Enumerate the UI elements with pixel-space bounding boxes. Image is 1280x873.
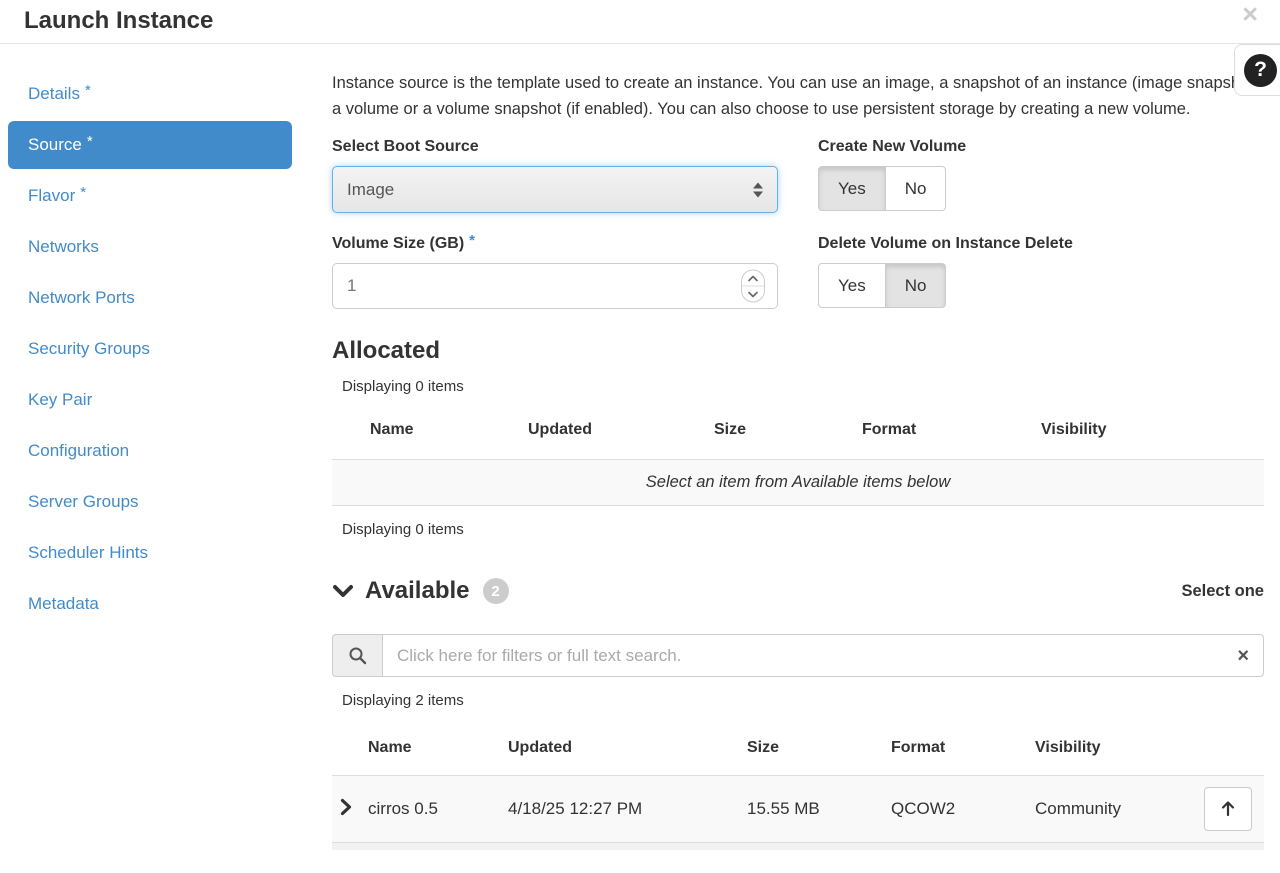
- row-format: QCOW2: [891, 776, 1035, 843]
- sidebar-item-label: Configuration: [28, 441, 129, 460]
- chevron-down-icon[interactable]: [332, 583, 354, 599]
- sidebar-item-key-pair[interactable]: Key Pair: [8, 376, 292, 424]
- boot-source-field: Select Boot Source Image: [332, 138, 778, 213]
- sidebar-item-label: Network Ports: [28, 288, 135, 307]
- delete-volume-toggle: Yes No: [818, 263, 946, 308]
- allocated-empty-row: Select an item from Available items belo…: [332, 460, 1264, 506]
- sidebar-item-metadata[interactable]: Metadata: [8, 580, 292, 628]
- wizard-sidebar: Details * Source * Flavor * Networks Networ…: [8, 70, 292, 850]
- close-icon[interactable]: ×: [1242, 0, 1258, 30]
- help-button[interactable]: ?: [1234, 44, 1280, 96]
- delete-volume-field: Delete Volume on Instance Delete Yes No: [818, 235, 1264, 309]
- boot-source-select[interactable]: Image: [332, 166, 778, 213]
- sidebar-item-networks[interactable]: Networks: [8, 223, 292, 271]
- row-updated: 4/18/25 12:27 PM: [508, 776, 747, 843]
- volume-size-stepper[interactable]: [741, 270, 765, 303]
- available-count-badge: 2: [483, 578, 509, 604]
- create-volume-no-button[interactable]: No: [886, 166, 947, 211]
- create-new-volume-toggle: Yes No: [818, 166, 946, 211]
- sidebar-item-label: Scheduler Hints: [28, 543, 148, 562]
- sidebar-item-label: Flavor: [28, 186, 75, 205]
- sidebar-item-security-groups[interactable]: Security Groups: [8, 325, 292, 373]
- row-visibility: Community: [1035, 776, 1202, 843]
- allocated-col-updated: Updated: [528, 407, 714, 460]
- sidebar-item-configuration[interactable]: Configuration: [8, 427, 292, 475]
- row-size: 15.55 MB: [747, 776, 891, 843]
- allocated-col-visibility: Visibility: [1041, 407, 1264, 460]
- boot-source-value: Image: [347, 180, 394, 200]
- create-volume-yes-button[interactable]: Yes: [818, 166, 886, 211]
- boot-source-label: Select Boot Source: [332, 138, 778, 156]
- sidebar-item-flavor[interactable]: Flavor *: [8, 172, 292, 220]
- sidebar-item-label: Details: [28, 84, 80, 103]
- allocated-col-expand: [332, 407, 370, 460]
- volume-size-label: Volume Size (GB)*: [332, 235, 778, 253]
- create-new-volume-field: Create New Volume Yes No: [818, 138, 1264, 213]
- sidebar-item-label: Server Groups: [28, 492, 139, 511]
- help-icon: ?: [1244, 54, 1277, 87]
- required-asterisk: *: [85, 82, 91, 99]
- select-caret-icon: [753, 182, 763, 197]
- delete-volume-no-button[interactable]: No: [886, 263, 947, 308]
- available-col-format: Format: [891, 721, 1035, 776]
- delete-volume-yes-button[interactable]: Yes: [818, 263, 886, 308]
- allocated-col-size: Size: [714, 407, 862, 460]
- available-heading: Available: [365, 577, 470, 605]
- volume-size-input[interactable]: [332, 263, 778, 309]
- allocated-col-name: Name: [370, 407, 528, 460]
- source-form: Select Boot Source Image Create New Volu…: [332, 138, 1264, 309]
- sidebar-item-server-groups[interactable]: Server Groups: [8, 478, 292, 526]
- modal-header: Launch Instance ×: [0, 0, 1280, 44]
- allocated-count-bottom: Displaying 0 items: [342, 521, 1264, 538]
- launch-instance-modal: Launch Instance × ? Details * Source * Fla…: [0, 0, 1280, 850]
- available-col-expand: [332, 721, 368, 776]
- delete-volume-label: Delete Volume on Instance Delete: [818, 235, 1264, 253]
- search-input[interactable]: [382, 634, 1264, 677]
- sidebar-item-source[interactable]: Source *: [8, 121, 292, 169]
- source-step-panel: Instance source is the template used to …: [332, 70, 1264, 850]
- allocated-count-top: Displaying 0 items: [342, 378, 1264, 395]
- sidebar-item-scheduler-hints[interactable]: Scheduler Hints: [8, 529, 292, 577]
- allocated-empty-message: Select an item from Available items belo…: [332, 460, 1264, 506]
- required-asterisk: *: [80, 184, 86, 201]
- stepper-up-icon[interactable]: [742, 271, 764, 287]
- row-name: cirros 0.5: [368, 776, 508, 843]
- available-table: Name Updated Size Format Visibility: [332, 721, 1264, 843]
- modal-body: Details * Source * Flavor * Networks Networ…: [0, 44, 1280, 850]
- sidebar-item-label: Networks: [28, 237, 99, 256]
- filter-search-bar: ×: [332, 634, 1264, 677]
- sidebar-item-label: Security Groups: [28, 339, 150, 358]
- select-one-hint: Select one: [1181, 582, 1264, 601]
- create-new-volume-label: Create New Volume: [818, 138, 1264, 156]
- available-col-visibility: Visibility: [1035, 721, 1202, 776]
- sidebar-item-label: Source: [28, 135, 82, 154]
- available-header: Available 2 Select one: [332, 577, 1264, 605]
- available-col-action: [1202, 721, 1264, 776]
- available-count: Displaying 2 items: [342, 692, 1264, 709]
- available-col-size: Size: [747, 721, 891, 776]
- clear-search-icon[interactable]: ×: [1237, 646, 1249, 666]
- sidebar-item-label: Key Pair: [28, 390, 92, 409]
- table-row: cirros 0.5 4/18/25 12:27 PM 15.55 MB QCO…: [332, 776, 1264, 843]
- search-icon: [332, 634, 382, 677]
- arrow-up-icon: [1220, 799, 1236, 820]
- allocate-item-button[interactable]: [1204, 787, 1252, 831]
- next-row-sliver: [332, 843, 1264, 850]
- page-title: Launch Instance: [24, 7, 213, 34]
- sidebar-item-network-ports[interactable]: Network Ports: [8, 274, 292, 322]
- volume-size-field: Volume Size (GB)*: [332, 235, 778, 309]
- allocated-col-format: Format: [862, 407, 1041, 460]
- available-col-name: Name: [368, 721, 508, 776]
- sidebar-item-details[interactable]: Details *: [8, 70, 292, 118]
- required-asterisk: *: [469, 232, 475, 249]
- source-description: Instance source is the template used to …: [332, 70, 1264, 122]
- sidebar-item-label: Metadata: [28, 594, 99, 613]
- required-asterisk: *: [87, 133, 93, 150]
- chevron-right-icon[interactable]: [340, 801, 352, 820]
- available-col-updated: Updated: [508, 721, 747, 776]
- allocated-table: Name Updated Size Format Visibility Sele…: [332, 407, 1264, 506]
- stepper-down-icon[interactable]: [742, 287, 764, 302]
- allocated-heading: Allocated: [332, 337, 1264, 365]
